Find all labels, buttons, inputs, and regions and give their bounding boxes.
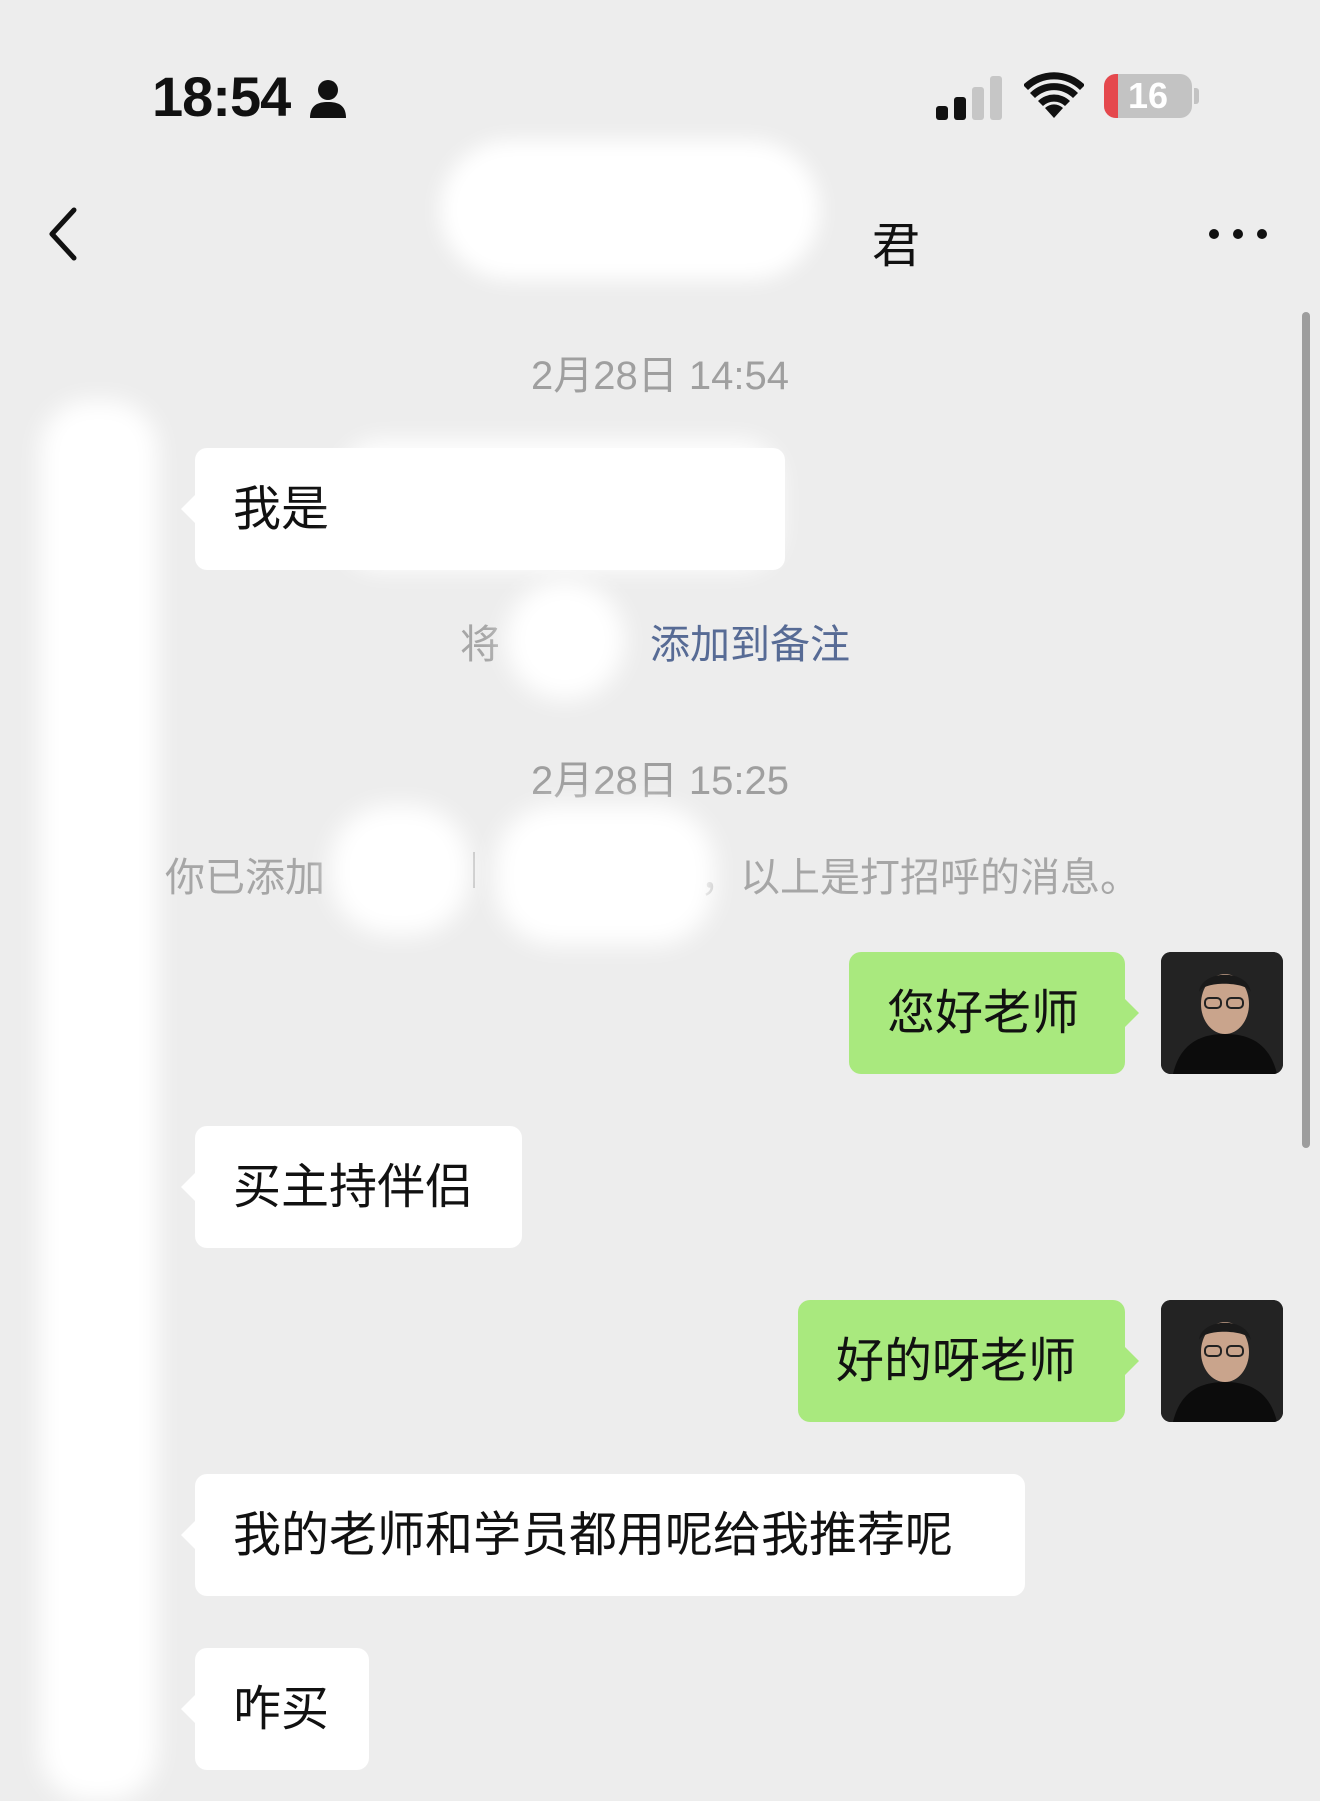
- system-text: ，以上是打招呼的消息。: [700, 855, 1140, 901]
- timestamp: 2月28日 14:54: [531, 354, 789, 398]
- message-bubble-outgoing[interactable]: 好的呀老师: [798, 1300, 1139, 1422]
- message-text: 好的呀老师: [836, 1333, 1077, 1389]
- status-time: 18:54: [152, 65, 291, 128]
- add-to-remark-link[interactable]: 添加到备注: [650, 612, 850, 670]
- message-text: 我的老师和学员都用呢给我推荐呢: [233, 1507, 954, 1563]
- divider: [473, 852, 475, 888]
- battery-level-text: 16: [1127, 75, 1169, 116]
- privacy-blur: [330, 805, 470, 935]
- message-bubble-incoming[interactable]: 咋买: [181, 1648, 369, 1770]
- signal-icon: [936, 76, 1002, 120]
- message-text: 我是: [233, 481, 330, 537]
- privacy-blur: [495, 805, 715, 945]
- system-text: 将: [460, 622, 500, 668]
- user-photo-icon: [1161, 1300, 1283, 1422]
- privacy-blur: [440, 140, 820, 280]
- privacy-blur: [340, 440, 780, 570]
- system-message: 你已添加: [165, 845, 325, 903]
- more-options-button[interactable]: [1206, 222, 1270, 246]
- timestamp: 2月28日 15:25: [531, 759, 789, 803]
- back-button[interactable]: [40, 204, 90, 264]
- privacy-blur: [40, 400, 158, 1801]
- battery-tip: [1194, 88, 1199, 104]
- system-message: 将: [460, 612, 500, 670]
- avatar[interactable]: [1161, 952, 1283, 1074]
- message-bubble-outgoing[interactable]: 您好老师: [849, 952, 1139, 1074]
- message-bubble-incoming[interactable]: 我的老师和学员都用呢给我推荐呢: [181, 1474, 1025, 1596]
- message-text: 咋买: [233, 1681, 330, 1737]
- privacy-blur: [505, 580, 625, 700]
- scrollbar[interactable]: [1302, 312, 1310, 1148]
- battery-icon: 16: [1104, 74, 1192, 118]
- message-text: 您好老师: [887, 985, 1080, 1041]
- person-icon: [310, 80, 346, 118]
- message-bubble-incoming[interactable]: 买主持伴侣: [181, 1126, 522, 1248]
- message-text: 买主持伴侣: [233, 1159, 474, 1215]
- wifi-icon: [1024, 72, 1084, 118]
- system-text: 你已添加: [165, 855, 325, 901]
- avatar[interactable]: [1161, 1300, 1283, 1422]
- user-photo-icon: [1161, 952, 1283, 1074]
